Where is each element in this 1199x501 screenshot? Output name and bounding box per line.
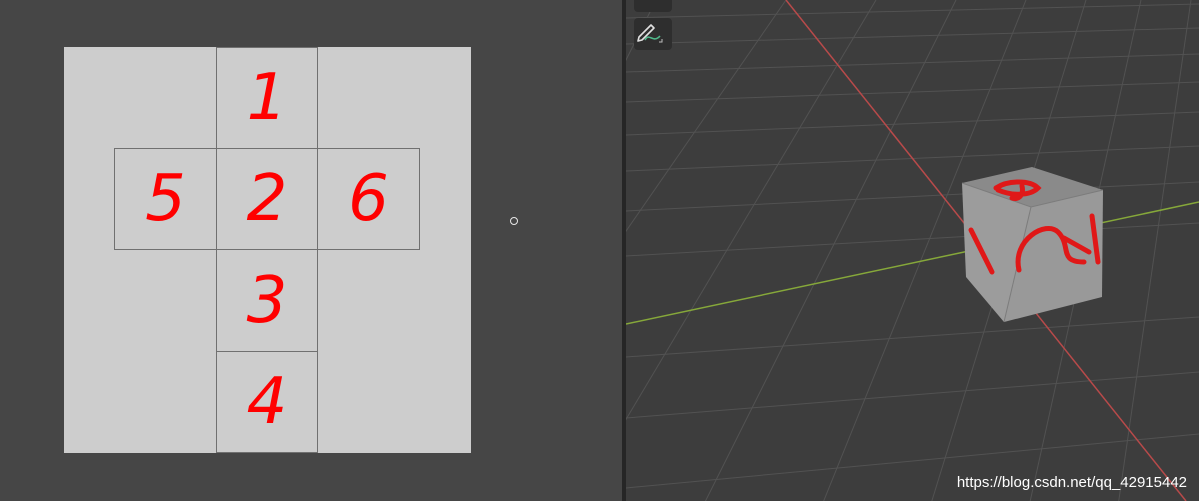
face-label-2: 2 xyxy=(246,162,288,236)
uv-editor-panel[interactable]: 1 5 2 6 3 4 xyxy=(0,0,622,501)
uv-face-2[interactable]: 2 xyxy=(216,148,318,250)
viewport-scene xyxy=(626,0,1199,501)
y-axis-line xyxy=(626,201,1199,325)
face-label-6: 6 xyxy=(348,162,389,236)
dice-cube xyxy=(961,167,1104,323)
uv-face-1[interactable]: 1 xyxy=(216,47,318,149)
uv-face-6[interactable]: 6 xyxy=(317,148,420,250)
3d-viewport[interactable]: https://blog.csdn.net/qq_42915442 xyxy=(626,0,1199,501)
tool-button[interactable] xyxy=(634,0,672,12)
2d-cursor-icon[interactable] xyxy=(510,217,518,225)
floor-grid xyxy=(626,0,1199,501)
face-label-1: 1 xyxy=(246,61,288,135)
uv-texture-image: 1 5 2 6 3 4 xyxy=(64,47,471,453)
watermark-text: https://blog.csdn.net/qq_42915442 xyxy=(956,474,1187,491)
uv-face-4[interactable]: 4 xyxy=(216,351,318,453)
uv-face-5[interactable]: 5 xyxy=(114,148,217,250)
face-label-4: 4 xyxy=(246,365,288,439)
annotate-pencil-icon xyxy=(637,24,663,43)
face-label-3: 3 xyxy=(246,263,288,338)
face-label-5: 5 xyxy=(145,162,186,236)
annotate-tool-button[interactable] xyxy=(634,18,672,50)
uv-face-3[interactable]: 3 xyxy=(216,249,318,352)
